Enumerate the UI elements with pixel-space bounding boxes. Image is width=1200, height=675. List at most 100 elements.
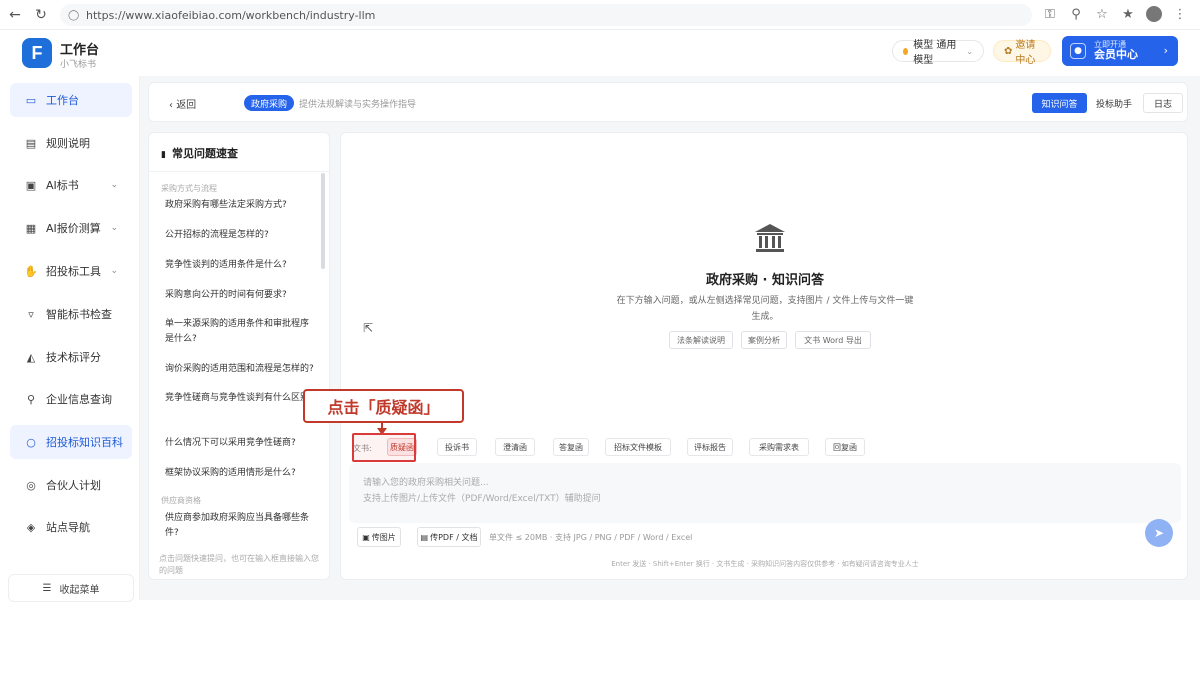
faq-question[interactable]: 询价采购的适用范围和流程是怎样的? [165, 362, 315, 377]
chevron-down-icon: ⌄ [110, 180, 118, 190]
chat-title: 政府采购 · 知识问答 [706, 273, 824, 288]
sidebar-item-ai-quote[interactable]: ▦ AI报价测算 ⌄ [10, 211, 132, 245]
sidebar-item-smart-check[interactable]: ▿ 智能标书检查 [10, 297, 132, 331]
zoom-icon[interactable]: ⚲ [1066, 4, 1086, 24]
mouse-cursor-icon: ⇱ [363, 321, 374, 335]
doc-chip-complaint[interactable]: 投诉书 [437, 438, 477, 456]
faq-scrollbar[interactable] [321, 173, 325, 269]
chat-footer: Enter 发送 · Shift+Enter 换行 · 文书生成 · 采购知识问… [611, 560, 919, 568]
doc-chip-requirement-sheet[interactable]: 采购需求表 [749, 438, 809, 456]
sidebar-item-bid-tools[interactable]: ✋ 招投标工具 ⌄ [10, 254, 132, 288]
monitor-icon: ▭ [25, 93, 37, 107]
category-tag: 政府采购 [244, 95, 295, 111]
chevron-down-icon: ⌄ [110, 266, 118, 276]
key-icon[interactable]: ⚿ [1040, 4, 1060, 24]
lock-icon: ◯ [68, 9, 80, 21]
back-arrow-icon[interactable]: ← [4, 4, 26, 26]
annotation-highlight [352, 433, 416, 462]
gift-icon: ✿ [1004, 45, 1013, 57]
extensions-icon[interactable]: ★ [1118, 4, 1138, 24]
doc-chip-reply[interactable]: 答复函 [553, 438, 589, 456]
faq-question[interactable]: 采购意向公开的时间有何要求? [165, 288, 315, 303]
chat-icon: ○ [26, 435, 36, 449]
sidebar-item-knowledge-base[interactable]: ○ 招投标知识百科 [10, 425, 132, 459]
upload-file-button[interactable]: ▤ 传PDF / 文档 [417, 527, 481, 547]
faq-question[interactable]: 单一来源采购的适用条件和审批程序是什么? [165, 317, 315, 347]
faq-title: ▮ 常见问题速查 [161, 147, 238, 160]
sidebar-item-workbench[interactable]: ▭ 工作台 [10, 83, 132, 117]
faq-question[interactable]: 政府采购有哪些法定采购方式? [165, 198, 315, 213]
model-selector[interactable]: 模型 通用模型 ⌄ [892, 40, 984, 66]
calculator-icon: ▦ [25, 221, 37, 235]
chevron-left-icon: ‹ [169, 100, 173, 111]
model-status-icon [903, 47, 909, 55]
chevron-down-icon: ⌄ [966, 46, 973, 56]
faq-question[interactable]: 竞争性谈判的适用条件是什么? [165, 258, 315, 273]
faq-category: 供应商资格 [161, 496, 201, 505]
more-menu-icon[interactable]: ⋮ [1170, 4, 1190, 24]
faq-footer: 点击问题快速提问，也可在输入框直接输入您的问题 [159, 554, 319, 575]
government-building-icon [755, 224, 785, 252]
faq-question[interactable]: 公开招标的流程是怎样的? [165, 228, 315, 243]
ai-book-icon: ▣ [25, 178, 37, 192]
sidebar: ▭ 工作台 ▤ 规则说明 ▣ AI标书 ⌄ ▦ AI报价测算 ⌄ ✋ 招投标工具… [0, 76, 140, 602]
star-icon[interactable]: ☆ [1092, 4, 1112, 24]
doc-chip-evaluation-report[interactable]: 评标报告 [687, 438, 733, 456]
sample-word-export-button[interactable]: 文书 Word 导出 [795, 331, 871, 349]
collapse-menu-button[interactable]: ☰ 收起菜单 [8, 574, 134, 602]
sample-legal-button[interactable]: 法条解读说明 [669, 331, 733, 349]
bookmark-icon: ▮ [161, 150, 166, 160]
sidebar-item-site-nav[interactable]: ◈ 站点导航 [10, 510, 132, 544]
back-button[interactable]: ‹ 返回 [169, 96, 196, 111]
search-icon: ⚲ [26, 392, 36, 406]
chat-panel: 政府采购 · 知识问答 在下方输入问题，或从左侧选择常见问题，支持图片 / 文件… [340, 132, 1188, 580]
faq-question[interactable]: 框架协议采购的适用情形是什么? [165, 466, 315, 481]
document-icon: ▤ [25, 136, 37, 150]
app-subtitle: 小飞标书 [60, 60, 97, 70]
app-title: 工作台 [60, 43, 100, 58]
score-icon: ◭ [26, 350, 36, 364]
send-button[interactable]: ➤ [1145, 519, 1173, 547]
file-icon: ▤ [420, 532, 429, 542]
address-bar[interactable]: ◯ https://www.xiaofeibiao.com/workbench/… [60, 4, 1032, 26]
app-header: F 工作台 小飞标书 模型 通用模型 ⌄ ✿ 邀请中心 ● 立即开通 会员中心 … [0, 30, 1200, 76]
faq-panel: ▮ 常见问题速查 采购方式与流程 政府采购有哪些法定采购方式? 公开招标的流程是怎… [148, 132, 330, 580]
tab-bid-assistant[interactable]: 投标助手 [1091, 93, 1137, 113]
upload-hint: 单文件 ≤ 20MB · 支持 JPG / PNG / PDF / Word /… [489, 533, 693, 542]
tab-knowledge-qa[interactable]: 知识问答 [1032, 93, 1087, 113]
sidebar-item-company-search[interactable]: ⚲ 企业信息查询 [10, 382, 132, 416]
page-topbar: ‹ 返回 政府采购 提供法规解读与实务操作指导 知识问答 投标助手 日志 [148, 82, 1188, 122]
browser-actions: ⚿ ⚲ ☆ ★ ⋮ [1040, 4, 1190, 24]
app-logo: F [22, 38, 52, 68]
invite-center-button[interactable]: ✿ 邀请中心 [993, 40, 1051, 66]
upload-image-button[interactable]: ▣ 传图片 [357, 527, 401, 547]
sample-case-button[interactable]: 案例分析 [741, 331, 787, 349]
chat-description: 在下方输入问题，或从左侧选择常见问题，支持图片 / 文件上传与文件一键生成。 [616, 296, 914, 322]
partner-icon: ◎ [26, 478, 36, 492]
doc-chip-clarification[interactable]: 澄清函 [495, 438, 535, 456]
sidebar-item-rules[interactable]: ▤ 规则说明 [10, 126, 132, 160]
sidebar-item-ai-bid[interactable]: ▣ AI标书 ⌄ [10, 168, 132, 202]
send-icon: ➤ [1153, 526, 1165, 540]
sidebar-item-tech-score[interactable]: ◭ 技术标评分 [10, 340, 132, 374]
question-input[interactable]: 请输入您的政府采购相关问题... 支持上传图片/上传文件（PDF/Word/Ex… [349, 463, 1181, 523]
chevron-down-icon: ⌄ [110, 223, 118, 233]
faq-question[interactable]: 供应商参加政府采购应当具备哪些条件? [165, 511, 315, 541]
member-center-button[interactable]: ● 立即开通 会员中心 › [1062, 36, 1178, 66]
navigation-icon: ◈ [26, 520, 36, 534]
faq-category: 采购方式与流程 [161, 184, 217, 193]
reload-icon[interactable]: ↻ [30, 4, 52, 26]
doc-chip-response-letter[interactable]: 回复函 [825, 438, 865, 456]
chevron-right-icon: › [1163, 44, 1168, 57]
page-description: 提供法规解读与实务操作指导 [299, 100, 417, 110]
annotation-callout: 点击「质疑函」 [303, 389, 464, 423]
url-text: https://www.xiaofeibiao.com/workbench/in… [86, 8, 376, 22]
sidebar-item-partner[interactable]: ◎ 合伙人计划 [10, 468, 132, 502]
profile-icon[interactable] [1144, 4, 1164, 24]
tab-log[interactable]: 日志 [1143, 93, 1183, 113]
menu-icon: ☰ [42, 582, 52, 594]
faq-question[interactable]: 什么情况下可以采用竞争性磋商? [165, 436, 315, 451]
doc-chip-tender-template[interactable]: 招标文件模板 [605, 438, 671, 456]
faq-question[interactable]: 竞争性磋商与竞争性谈判有什么区别? [165, 391, 315, 406]
filter-icon: ▿ [28, 307, 34, 321]
